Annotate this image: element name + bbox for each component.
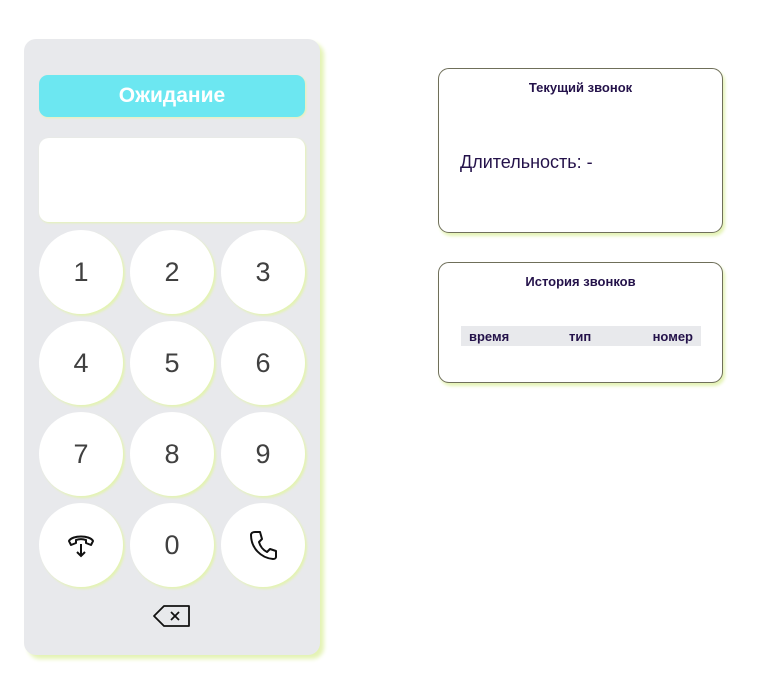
current-call-title: Текущий звонок xyxy=(528,80,633,95)
number-display xyxy=(39,138,305,222)
key-9[interactable]: 9 xyxy=(221,412,305,496)
key-1[interactable]: 1 xyxy=(39,230,123,314)
key-4[interactable]: 4 xyxy=(39,321,123,405)
phone-call-icon xyxy=(249,530,277,560)
key-7[interactable]: 7 xyxy=(39,412,123,496)
key-0[interactable]: 0 xyxy=(130,503,214,587)
call-history-title: История звонков xyxy=(525,274,636,289)
key-2[interactable]: 2 xyxy=(130,230,214,314)
column-header-time: время xyxy=(469,328,510,344)
backspace-icon xyxy=(152,604,192,633)
backspace-button[interactable] xyxy=(152,604,192,633)
phone-panel: Ожидание 1 2 3 4 5 6 7 8 9 0 xyxy=(24,39,320,655)
key-6[interactable]: 6 xyxy=(221,321,305,405)
column-header-number: номер xyxy=(652,328,693,344)
hangup-icon xyxy=(66,532,96,558)
call-status-badge: Ожидание xyxy=(39,75,305,117)
key-8[interactable]: 8 xyxy=(130,412,214,496)
current-call-card: Текущий звонок Длительность: - xyxy=(438,68,723,233)
call-duration: Длительность: - xyxy=(460,152,593,172)
history-table-header: время тип номер xyxy=(461,326,701,346)
key-3[interactable]: 3 xyxy=(221,230,305,314)
call-history-card: История звонков время тип номер xyxy=(438,262,723,383)
key-5[interactable]: 5 xyxy=(130,321,214,405)
call-button[interactable] xyxy=(221,503,305,587)
column-header-type: тип xyxy=(569,328,592,344)
hangup-button[interactable] xyxy=(39,503,123,587)
